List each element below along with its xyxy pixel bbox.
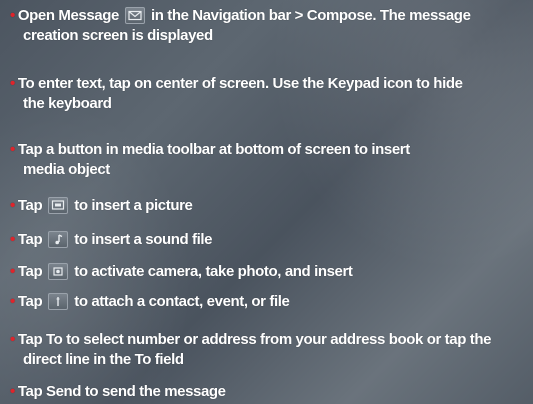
attachment-icon [48,293,69,310]
bullet-media-toolbar: • Tap a button in media toolbar at bottom… [10,140,532,180]
bullet-open-message: • Open Message in the Navigation bar > Com… [10,6,532,46]
instruction-slide: • Open Message in the Navigation bar > Com… [0,0,533,404]
bullet-text-continued: direct line in the To field [23,351,184,368]
bullet-text: Tap [17,293,43,310]
bullet-text: Tap [17,231,43,248]
bullet-dot: • [10,197,15,214]
music-note-icon [48,231,69,248]
bullet-text: Tap [17,197,43,214]
bullet-address-book: • Tap To to select number or address from… [10,330,532,370]
bullet-text: Tap Send to send the message [17,383,226,400]
bullet-text: Tap [17,263,43,280]
bullet-dot: • [10,263,15,280]
bullet-dot: • [10,75,15,92]
bullet-send: • Tap Send to send the message [10,382,532,402]
bullet-text-continued: the keyboard [23,95,112,112]
bullet-attach: • Tap to attach a contact, event, or file [10,292,532,312]
bullet-dot: • [10,231,15,248]
bullet-text: To enter text, tap on center of screen. … [17,75,463,92]
bullet-text: to insert a picture [74,197,193,214]
picture-icon [48,197,69,214]
bullet-text: in the Navigation bar > Compose. The mes… [150,7,471,24]
bullet-text: Tap To to select number or address from … [17,331,492,348]
bullet-insert-sound: • Tap to insert a sound file [10,230,532,250]
bullet-dot: • [10,293,15,310]
bullet-text: Open Message [17,7,119,24]
bullet-dot: • [10,7,15,24]
bullet-enter-text: • To enter text, tap on center of screen.… [10,74,532,114]
bullet-insert-picture: • Tap to insert a picture [10,196,532,216]
bullet-dot: • [10,383,15,400]
bullet-text: to attach a contact, event, or file [74,293,290,310]
camera-icon [48,263,69,280]
bullet-text-continued: creation screen is displayed [23,27,213,44]
bullet-text-continued: media object [23,161,110,178]
bullet-text: Tap a button in media toolbar at bottom … [17,141,410,158]
bullet-dot: • [10,331,15,348]
bullet-text: to activate camera, take photo, and inse… [74,263,353,280]
bullet-dot: • [10,141,15,158]
bullet-camera: • Tap to activate camera, take photo, and … [10,262,532,282]
envelope-icon [124,7,145,24]
bullet-text: to insert a sound file [74,231,213,248]
